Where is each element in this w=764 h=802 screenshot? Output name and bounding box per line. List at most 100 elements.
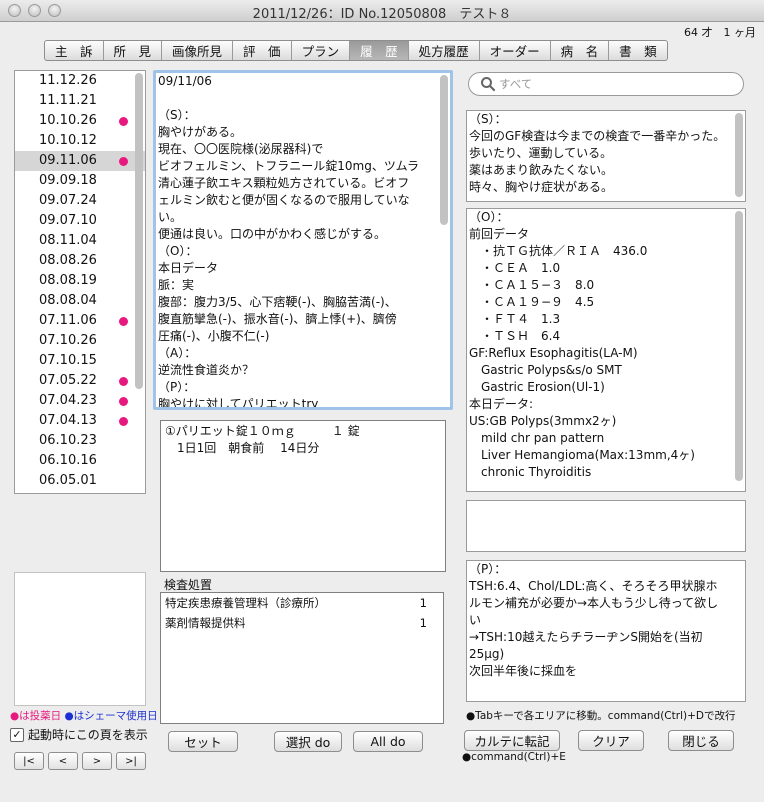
exam-list[interactable]: 特定疾患療養管理料（診療所） 1 薬剤情報提供料 1 [160,592,444,724]
subjective-scrollbar[interactable] [735,113,743,197]
plan-box[interactable]: （P）： TSH:6.4、Chol/LDL:高く、そろそろ甲状腺ホ ルモン補充が必要… [466,560,746,702]
memo-line: 清心蓮子飲エキス顆粒処方されている。ビオフ [158,176,410,190]
last-page-button[interactable]: >| [116,752,146,770]
date-list-item[interactable]: 08.08.04 [15,291,145,311]
plan-line: →TSH:10越えたらチラーヂンS開始を(当初 [469,630,703,644]
clear-button[interactable]: クリア [578,730,644,751]
tab-9[interactable]: 書 類 [609,41,667,60]
tab-0[interactable]: 主 訴 [45,41,104,60]
medication-dot [119,397,128,406]
select-do-button[interactable]: 選択 do [274,731,342,752]
objective-scrollbar[interactable] [735,211,743,481]
subjective-line: 時々、胸やけ症状がある。 [469,180,614,194]
memo-scrollbar[interactable] [440,75,448,225]
date-label: 07.04.13 [39,413,97,428]
date-label: 06.05.01 [39,473,97,488]
date-label: 09.09.18 [39,173,97,188]
legend-schema-day: ●はシェーマ使用日 [64,710,158,722]
medication-dot [119,157,128,166]
date-list-item[interactable]: 09.07.24 [15,191,145,211]
date-list-item[interactable]: 07.04.13 [15,411,145,431]
close-button[interactable]: 閉じる [668,730,734,751]
memo-line: 腹直筋攣急(-)、振水音(-)、臍上悸(+)、臍傍 [158,312,397,326]
exam-name: 薬剤情報提供料 [165,616,246,630]
tab-2[interactable]: 画像所見 [162,41,234,60]
objective-line: Gastric Erosion(Ul-1) [469,380,605,394]
prev-page-button[interactable]: < [48,752,78,770]
date-label: 10.10.12 [39,133,97,148]
tab-3[interactable]: 評 価 [233,41,292,60]
objective-line: GF:Reflux Esophagitis(LA-M) [469,346,638,360]
date-list-item[interactable]: 07.10.26 [15,331,145,351]
shortcut-hint: ●command(Ctrl)+E [462,751,566,763]
exam-row[interactable]: 特定疾患療養管理料（診療所） 1 [161,593,443,613]
date-list-item[interactable]: 07.05.22 [15,371,145,391]
subjective-line: 薬はあまり飲みたくない。 [469,163,614,177]
medication-dot [119,377,128,386]
date-list-item[interactable]: 06.10.23 [15,431,145,451]
objective-line: mild chr pan pattern [469,431,605,445]
objective-line: ・ＦＴ４ 1.3 [469,312,561,326]
tab-6[interactable]: 処方履歴 [409,41,480,60]
objective-box[interactable]: （O）： 前回データ ・抗ＴＧ抗体／ＲＩＡ 436.0 ・ＣＥＡ 1.0 ・ＣＡ１… [466,208,746,492]
date-list-item[interactable]: 08.08.26 [15,251,145,271]
subjective-line: （S）： [469,112,507,126]
plan-line: TSH:6.4、Chol/LDL:高く、そろそろ甲状腺ホ [469,579,718,593]
date-list-item[interactable]: 06.10.16 [15,451,145,471]
tab-4[interactable]: プラン [292,41,351,60]
date-list-item[interactable]: 11.12.26 [15,71,145,91]
date-label: 08.08.26 [39,253,97,268]
date-list-item[interactable]: 10.10.12 [15,131,145,151]
objective-line: 本日データ: [469,397,534,411]
date-list-item[interactable]: 11.11.21 [15,91,145,111]
exam-qty: 1 [419,596,427,610]
date-list-item[interactable]: 09.07.10 [15,211,145,231]
date-label: 11.12.26 [39,73,97,88]
memo-line: （O）： [158,244,198,258]
window-title: 2011/12/26：ID No.12050808 テスト８ [252,7,512,22]
date-list-item[interactable]: 10.10.26 [15,111,145,131]
startup-checkbox[interactable]: ✓ [10,727,24,742]
tab-7[interactable]: オーダー [480,41,551,60]
date-list-item[interactable]: 07.11.06 [15,311,145,331]
next-page-button[interactable]: > [82,752,112,770]
date-list-item[interactable]: 08.11.04 [15,231,145,251]
subjective-box[interactable]: （S）： 今回のGF検査は今までの検査で一番辛かった。 歩いたり、運動している。 薬は… [466,110,746,202]
plan-line: 25μg) [469,647,505,661]
karte-transfer-button[interactable]: カルテに転記 [464,730,560,751]
date-list-item[interactable]: 07.04.23 [15,391,145,411]
history-date-list[interactable]: 11.12.26 11.11.21 10.10.26 10.10.12 09.11.06… [14,70,146,494]
memo-line: 腹部：腹力3/5、心下痞鞕(-)、胸脇苦満(-)、 [158,295,397,309]
exam-label: 検査処置 [164,578,213,592]
set-button[interactable]: セット [168,731,238,752]
date-list-item[interactable]: 07.10.15 [15,351,145,371]
all-do-button[interactable]: All do [353,731,423,752]
history-memo-textarea[interactable]: 09/11/06 （S）： 胸やけがある。 現在、〇〇医院様(泌尿器科)で ビオフェル… [153,70,453,410]
prescription-box[interactable]: ①パリエット錠１０ｍｇ １ 錠 1日1回 朝食前 14日分 [160,420,446,572]
tab-8[interactable]: 病 名 [551,41,610,60]
date-list-item[interactable]: 06.05.01 [15,471,145,491]
legend-medication-day: ●は投薬日 [10,710,62,722]
memo-line: 逆流性食道炎か？ [158,363,255,377]
memo-line: 09/11/06 [158,74,212,88]
medication-dot [119,417,128,426]
assessment-box[interactable] [466,500,746,552]
date-label: 06.10.16 [39,453,97,468]
memo-line: 圧痛(-)、小腹不仁(-) [158,329,270,343]
date-label: 07.11.06 [39,313,97,328]
tab-5[interactable]: 履 歴 [350,41,409,60]
first-page-button[interactable]: |< [14,752,44,770]
date-list-item[interactable]: 09.11.06 [15,151,145,171]
exam-row[interactable]: 薬剤情報提供料 1 [161,613,443,633]
objective-line: Liver Hemangioma(Max:13mm,4ヶ) [469,448,695,462]
startup-option[interactable]: ✓ 起動時にこの頁を表示 [10,726,148,743]
medication-dot [119,317,128,326]
tab-1[interactable]: 所 見 [104,41,163,60]
memo-line: ビオフェルミン、トフラニール錠10mg、ツムラ [158,159,420,173]
memo-line: 胸やけに対してパリエットtry [158,397,319,410]
date-list-item[interactable]: 09.09.18 [15,171,145,191]
date-label: 07.04.23 [39,393,97,408]
date-list-item[interactable]: 08.08.19 [15,271,145,291]
search-input[interactable]: すべて [468,72,744,96]
date-list-scrollbar[interactable] [135,73,143,389]
